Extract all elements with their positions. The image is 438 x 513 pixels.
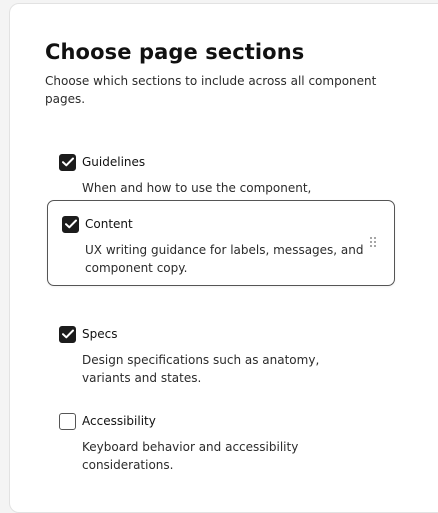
guidelines-checkbox[interactable] <box>59 153 76 171</box>
specs-checkbox[interactable] <box>59 325 76 343</box>
checkmark-icon <box>61 157 74 167</box>
drag-handle-icon[interactable] <box>370 237 376 249</box>
content-description: UX writing guidance for labels, messages… <box>85 243 364 275</box>
page-description: Choose which sections to include across … <box>45 74 377 106</box>
content-label: Content <box>85 217 133 231</box>
checkmark-icon <box>61 329 74 339</box>
section-item-content-dragging[interactable]: Content UX writing guidance for labels, … <box>47 200 395 286</box>
accessibility-label: Accessibility <box>82 414 156 428</box>
checkmark-icon <box>64 219 77 229</box>
specs-description: Design specifications such as anatomy, v… <box>82 353 320 385</box>
page-title: Choose page sections <box>45 40 305 64</box>
accessibility-description: Keyboard behavior and accessibility cons… <box>82 440 299 472</box>
section-item-specs[interactable]: Specs Design specifications such as anat… <box>59 325 359 387</box>
accessibility-checkbox[interactable] <box>59 412 76 430</box>
page-sections-panel: Choose page sections Choose which sectio… <box>9 3 438 513</box>
guidelines-label: Guidelines <box>82 155 146 169</box>
specs-label: Specs <box>82 327 118 341</box>
section-item-accessibility[interactable]: Accessibility Keyboard behavior and acce… <box>59 412 359 474</box>
content-checkbox[interactable] <box>62 215 79 233</box>
